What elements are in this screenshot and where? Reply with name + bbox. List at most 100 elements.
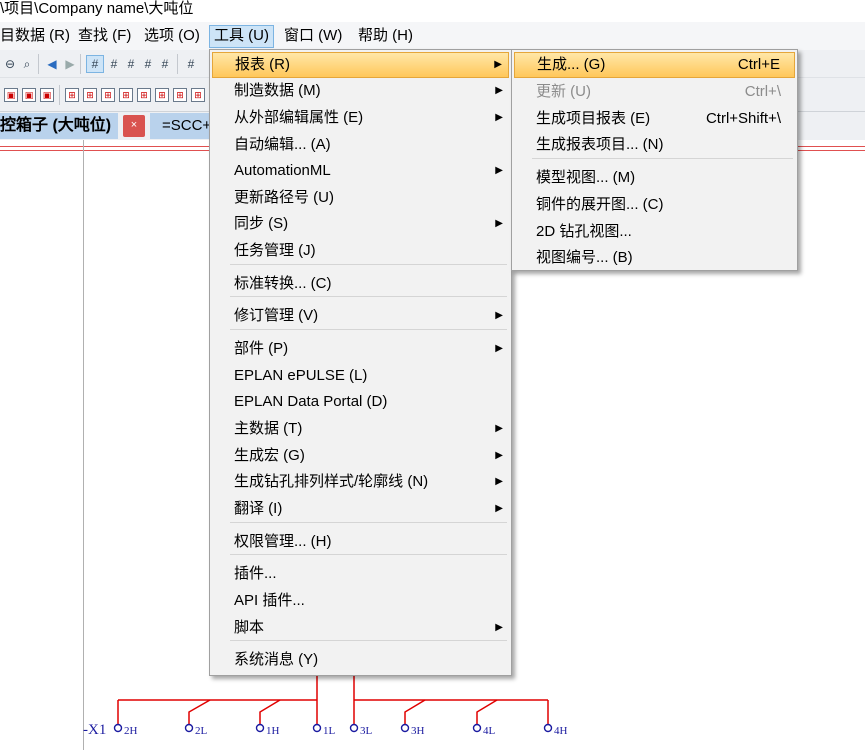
report-menu-item[interactable]: 生成报表项目... (N) <box>514 132 795 158</box>
device-e-icon[interactable]: ⊞ <box>137 88 151 102</box>
tools-menu-item[interactable]: 修订管理 (V) ▶ <box>212 303 509 329</box>
report-menu-item[interactable]: 生成... (G) Ctrl+E <box>514 52 795 78</box>
device-f-icon[interactable]: ⊞ <box>155 88 169 102</box>
menu-item-label: 更新路径号 (U) <box>234 189 334 206</box>
submenu-arrow-icon: ▶ <box>495 85 503 96</box>
grid-d-icon[interactable]: # <box>140 56 156 72</box>
menu-item-label: 标准转换... (C) <box>234 275 332 292</box>
menu-options[interactable]: 选项 (O) <box>140 25 204 48</box>
terminal-connection-point[interactable] <box>113 723 123 733</box>
tools-menu-item[interactable]: 自动编辑... (A) <box>212 132 509 158</box>
menu-item-label: 报表 (R) <box>235 56 290 73</box>
terminal-label: 2L <box>195 725 208 737</box>
terminal-connection-point[interactable] <box>400 723 410 733</box>
report-menu-item[interactable]: 生成项目报表 (E) Ctrl+Shift+\ <box>514 106 795 132</box>
menu-find[interactable]: 查找 (F) <box>74 25 135 48</box>
symbol-c-icon[interactable]: ▣ <box>40 88 54 102</box>
tools-menu-item[interactable]: 从外部编辑属性 (E) ▶ <box>212 105 509 131</box>
tools-menu-item[interactable]: EPLAN ePULSE (L) <box>212 363 509 389</box>
menu-item-label: 生成宏 (G) <box>234 447 305 464</box>
menu-item-label: 生成钻孔排列样式/轮廓线 (N) <box>234 473 429 490</box>
menu-item-label: 脚本 <box>234 619 265 636</box>
terminal-connection-point[interactable] <box>255 723 265 733</box>
device-a-icon[interactable]: ⊞ <box>65 88 79 102</box>
snap-grid-icon[interactable]: # <box>183 56 199 72</box>
tools-menu-item[interactable]: 生成钻孔排列样式/轮廓线 (N) ▶ <box>212 469 509 495</box>
grid-icon[interactable]: # <box>86 55 104 73</box>
wire <box>188 699 211 724</box>
device-d-icon[interactable]: ⊞ <box>119 88 133 102</box>
grid-c-icon[interactable]: # <box>123 56 139 72</box>
zoom-fit-icon[interactable]: ⌕ <box>19 56 35 72</box>
terminal-connection-point[interactable] <box>349 723 359 733</box>
menu-help[interactable]: 帮助 (H) <box>354 25 417 48</box>
terminal-label: 1L <box>323 725 336 737</box>
tools-menu-item[interactable]: API 插件... <box>212 588 509 614</box>
tools-menu-item[interactable]: 生成宏 (G) ▶ <box>212 443 509 469</box>
report-menu-item[interactable]: 更新 (U) Ctrl+\ <box>514 79 795 105</box>
zoom-icon[interactable]: ⊖ <box>2 56 18 72</box>
menu-item-label: 系统消息 (Y) <box>234 651 319 668</box>
menu-item-label: API 插件... <box>234 592 305 609</box>
report-menu-item[interactable]: 铜件的展开图... (C) <box>514 192 795 218</box>
report-menu-item[interactable]: 2D 钻孔视图... <box>514 219 795 245</box>
menu-item-label: 自动编辑... (A) <box>234 136 331 153</box>
device-b-icon[interactable]: ⊞ <box>83 88 97 102</box>
symbol-b-icon[interactable]: ▣ <box>22 88 36 102</box>
device-h-icon[interactable]: ⊞ <box>191 88 205 102</box>
terminal-connection-point[interactable] <box>184 723 194 733</box>
menu-item-label: 生成报表项目... (N) <box>536 136 664 153</box>
tools-menu-item[interactable]: 翻译 (I) ▶ <box>212 496 509 522</box>
toolbar-separator <box>38 54 39 74</box>
tools-menu-item[interactable]: 更新路径号 (U) <box>212 185 509 211</box>
forward-arrow-icon[interactable]: ▶ <box>62 56 78 72</box>
terminal-connection-point[interactable] <box>543 723 553 733</box>
tools-menu-item[interactable]: 权限管理... (H) <box>212 529 509 555</box>
wire <box>476 699 498 724</box>
tools-menu-item[interactable]: 脚本 ▶ <box>212 615 509 641</box>
tools-menu-item[interactable]: 任务管理 (J) <box>212 238 509 264</box>
submenu-arrow-icon: ▶ <box>495 218 503 229</box>
tools-menu-item[interactable]: 标准转换... (C) <box>212 271 509 297</box>
menu-separator <box>230 522 507 523</box>
tab-active-page[interactable]: 控箱子 (大吨位) <box>0 113 118 139</box>
menu-window[interactable]: 窗口 (W) <box>280 25 346 48</box>
submenu-arrow-icon: ▶ <box>495 112 503 123</box>
report-menu-item[interactable]: 模型视图... (M) <box>514 165 795 191</box>
grid-e-icon[interactable]: # <box>157 56 173 72</box>
tools-menu-item[interactable]: AutomationML ▶ <box>212 158 509 184</box>
menu-item-shortcut: Ctrl+E <box>737 56 780 73</box>
menu-item-label: 制造数据 (M) <box>234 82 321 99</box>
menu-item-label: 模型视图... (M) <box>536 169 636 186</box>
menu-tools[interactable]: 工具 (U) <box>209 25 274 48</box>
menu-item-label: 更新 (U) <box>536 83 591 100</box>
menu-separator <box>230 554 507 555</box>
tools-menu-item[interactable]: 系统消息 (Y) <box>212 647 509 673</box>
close-tab-icon[interactable]: × <box>123 115 145 137</box>
terminal-connection-point[interactable] <box>472 723 482 733</box>
tools-menu-item[interactable]: 制造数据 (M) ▶ <box>212 78 509 104</box>
tools-menu-item[interactable]: 同步 (S) ▶ <box>212 211 509 237</box>
submenu-arrow-icon: ▶ <box>495 343 503 354</box>
tools-menu-item[interactable]: EPLAN Data Portal (D) <box>212 389 509 415</box>
tools-menu-item[interactable]: 插件... <box>212 561 509 587</box>
tools-menu-item[interactable]: 主数据 (T) ▶ <box>212 416 509 442</box>
device-c-icon[interactable]: ⊞ <box>101 88 115 102</box>
report-submenu: 生成... (G) Ctrl+E 更新 (U) Ctrl+\ 生成项目报表 (E) Ctr… <box>511 49 798 271</box>
device-g-icon[interactable]: ⊞ <box>173 88 187 102</box>
report-menu-item[interactable]: 视图编号... (B) <box>514 245 795 271</box>
wire <box>404 699 426 724</box>
menu-item-label: 铜件的展开图... (C) <box>536 196 664 213</box>
menu-item-label: 部件 (P) <box>234 340 289 357</box>
menu-item-label: EPLAN Data Portal (D) <box>234 393 388 410</box>
drawing-frame-line <box>83 140 84 750</box>
grid-b-icon[interactable]: # <box>106 56 122 72</box>
menu-item-shortcut: Ctrl+\ <box>744 83 781 100</box>
symbol-a-icon[interactable]: ▣ <box>4 88 18 102</box>
tools-menu-item[interactable]: 报表 (R) ▶ <box>212 52 509 78</box>
back-arrow-icon[interactable]: ◀ <box>44 56 60 72</box>
terminal-connection-point[interactable] <box>312 723 322 733</box>
tools-menu-item[interactable]: 部件 (P) ▶ <box>212 336 509 362</box>
menu-project-data[interactable]: 目数据 (R) <box>0 25 74 48</box>
menu-item-label: 视图编号... (B) <box>536 249 633 266</box>
